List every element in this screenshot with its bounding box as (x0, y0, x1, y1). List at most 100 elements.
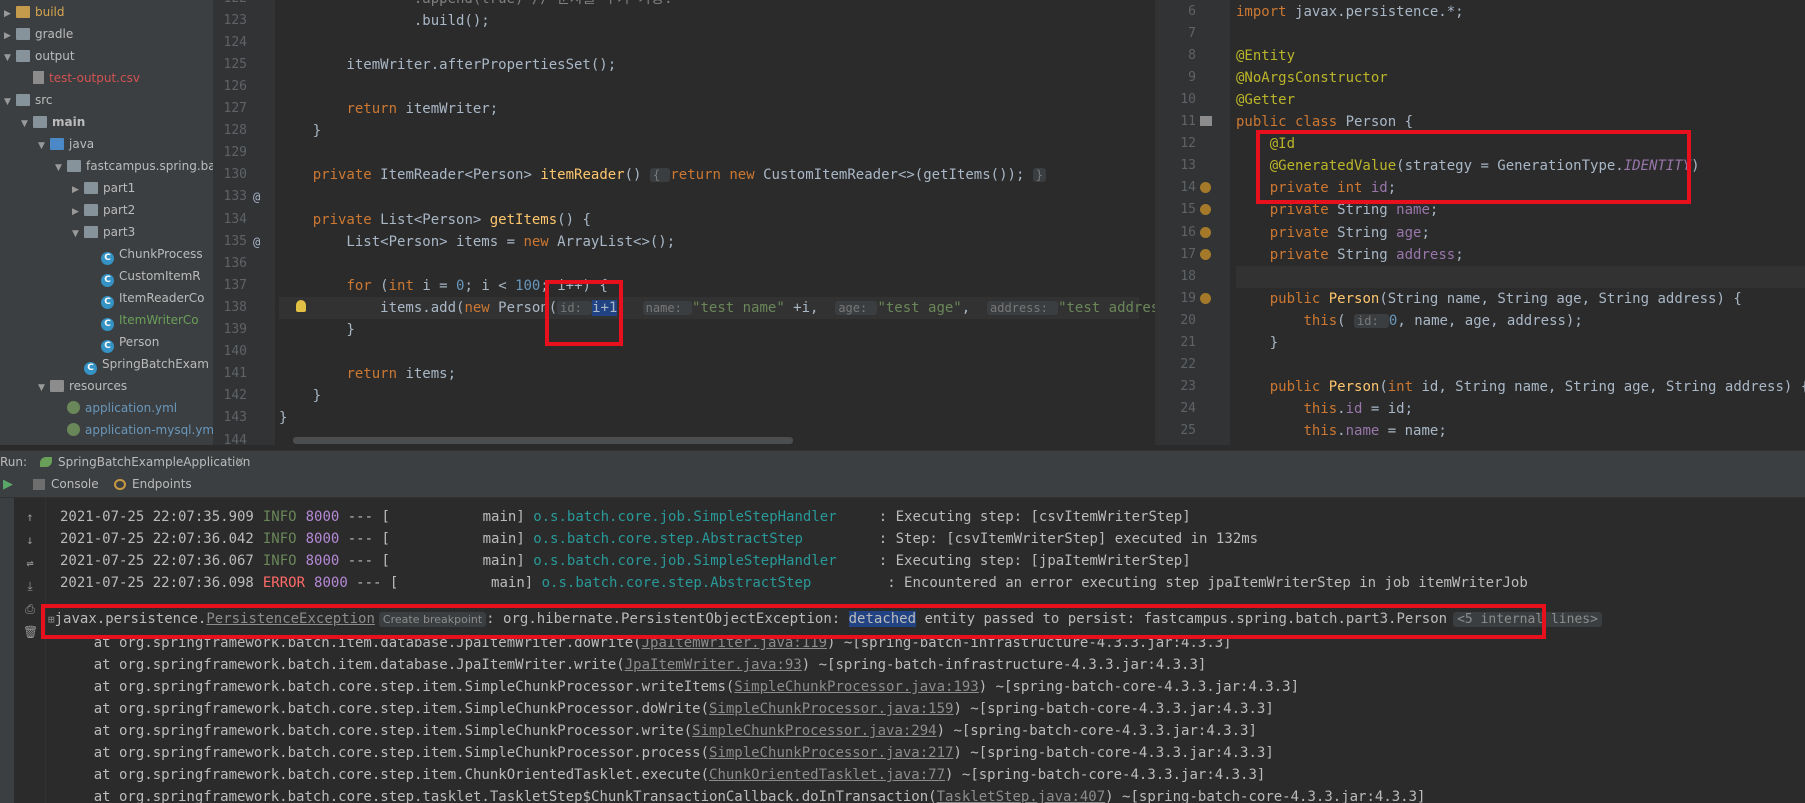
tree-item[interactable]: C Person (89, 332, 159, 353)
trash-icon[interactable]: 🗑 (23, 625, 38, 639)
close-tab-icon[interactable]: × (235, 454, 245, 468)
tab-endpoints[interactable]: Endpoints (132, 477, 192, 491)
tree-item[interactable]: C ItemReaderCo (89, 288, 205, 309)
chevron-icon[interactable]: ▼ (21, 114, 33, 134)
run-config-tab[interactable]: SpringBatchExampleApplication (58, 455, 250, 469)
tree-item-label: build (35, 5, 65, 19)
source-link[interactable]: SimpleChunkProcessor.java:159 (709, 701, 953, 717)
source-link[interactable]: SimpleChunkProcessor.java:294 (692, 723, 936, 739)
code-token: age: (835, 301, 878, 315)
tree-item[interactable]: ▶ gradle (4, 24, 73, 44)
line-number: 140 (223, 344, 247, 359)
source-link[interactable]: TaskletStep.java:407 (937, 789, 1106, 803)
code-line[interactable]: List<Person> items = new ArrayList<>(); (279, 231, 675, 253)
code-token: } (279, 388, 322, 404)
tree-item[interactable]: ▶ build (4, 2, 65, 22)
console-output[interactable]: 2021-07-25 22:07:35.909 INFO 8000 --- [ ma… (46, 498, 1805, 803)
chevron-icon[interactable]: ▶ (72, 202, 84, 222)
stack-text: ) ~[spring-batch-core-4.3.3.jar:4.3.3] (953, 745, 1274, 761)
scroll-down-icon[interactable]: ↓ (23, 533, 37, 547)
code-token: address: (987, 301, 1059, 315)
code-token: (String name, String age, String address… (1379, 291, 1742, 307)
tree-item[interactable]: C SpringBatchExam (72, 354, 209, 375)
code-token: "test age" (877, 300, 962, 316)
code-line[interactable]: @Entity (1236, 45, 1295, 67)
line-number: 124 (223, 35, 247, 50)
tab-console[interactable]: Console (51, 477, 99, 491)
tree-item[interactable]: ▼ part3 (72, 222, 135, 242)
rerun-icon[interactable]: ▶ (3, 477, 13, 492)
tree-item[interactable]: application.yml (55, 398, 177, 418)
tree-item[interactable]: ▼ java (38, 134, 94, 154)
tree-item[interactable]: C ItemWriterCo (89, 310, 199, 331)
code-line[interactable]: .append(true) // 문자를 추가 가능. (279, 0, 673, 10)
code-line[interactable]: this( id: 0, name, age, address); (1236, 310, 1582, 332)
code-line[interactable]: } (279, 385, 321, 407)
class-icon: C (101, 340, 114, 353)
stack-frame: at org.springframework.batch.core.step.i… (60, 676, 1299, 698)
chevron-icon[interactable]: ▼ (72, 224, 84, 244)
source-link[interactable]: SimpleChunkProcessor.java:217 (709, 745, 953, 761)
scroll-to-end-icon[interactable]: ⤓ (23, 579, 37, 593)
code-line[interactable]: private List<Person> getItems() { (279, 209, 591, 231)
chevron-icon[interactable]: ▶ (4, 26, 16, 46)
chevron-icon[interactable]: ▶ (72, 180, 84, 200)
code-line[interactable]: private ItemReader<Person> itemReader() … (279, 164, 1047, 186)
tree-item[interactable]: ▼ output (4, 46, 75, 66)
source-link[interactable]: SimpleChunkProcessor.java:193 (734, 679, 978, 695)
code-line[interactable]: this.name = name; (1236, 420, 1446, 442)
tree-item[interactable]: C ChunkProcess (89, 244, 203, 265)
code-line[interactable]: return items; (279, 363, 456, 385)
code-line[interactable]: this.id = id; (1236, 398, 1413, 420)
tree-item[interactable]: ▼ fastcampus.spring.ba (55, 156, 213, 176)
tree-item[interactable]: ▶ part2 (72, 200, 135, 220)
print-icon[interactable]: ⎙ (23, 602, 37, 616)
code-line[interactable]: } (1236, 332, 1278, 354)
code-line[interactable]: import javax.persistence.*; (1236, 1, 1464, 23)
code-line[interactable]: .build(); (279, 10, 490, 32)
tree-item[interactable]: ▼ resources (38, 376, 127, 396)
code-line[interactable]: items.add(new Person(id: i+1, name: "tes… (279, 297, 1155, 319)
line-number: 134 (223, 212, 247, 227)
chevron-icon[interactable]: ▼ (4, 48, 16, 68)
chevron-icon[interactable]: ▼ (38, 136, 50, 156)
code-line[interactable]: private String age; (1236, 222, 1430, 244)
scroll-up-icon[interactable]: ↑ (23, 510, 37, 524)
code-token: ; (1455, 247, 1464, 263)
horizontal-scrollbar[interactable] (293, 437, 793, 444)
code-line[interactable]: private String address; (1236, 244, 1464, 266)
soft-wrap-icon[interactable]: ⇌ (23, 556, 37, 570)
tree-item[interactable]: person.sql (55, 442, 146, 445)
tree-item[interactable]: test-output.csv (21, 68, 140, 88)
override-icon: @ (253, 235, 261, 249)
code-line[interactable] (1236, 266, 1805, 288)
lightbulb-icon[interactable] (296, 300, 306, 312)
folder-icon (84, 182, 98, 194)
code-token: public class (1236, 114, 1346, 130)
chevron-icon[interactable]: ▶ (4, 4, 16, 24)
leaf-icon (40, 457, 52, 467)
yaml-file-icon (67, 401, 80, 414)
tree-item[interactable]: ▼ main (21, 112, 85, 132)
tree-item[interactable]: ▼ src (4, 90, 53, 110)
code-line[interactable]: return itemWriter; (279, 98, 498, 120)
chevron-icon[interactable]: ▼ (4, 92, 16, 112)
code-line[interactable]: } (279, 120, 321, 142)
code-line[interactable]: public Person(int id, String name, Strin… (1236, 376, 1805, 398)
chevron-icon[interactable]: ▼ (38, 378, 50, 398)
chevron-icon[interactable]: ▼ (55, 158, 67, 178)
tree-item[interactable]: ▶ part1 (72, 178, 135, 198)
code-editor-item-writer[interactable]: 122 .append(true) // 문자를 추가 가능. 123 .buil… (213, 0, 1155, 445)
source-link[interactable]: ChunkOrientedTasklet.java:77 (709, 767, 945, 783)
tree-item[interactable]: application-mysql.ym (55, 420, 213, 440)
code-line[interactable]: @NoArgsConstructor (1236, 67, 1388, 89)
code-line[interactable]: itemWriter.afterPropertiesSet(); (279, 54, 616, 76)
code-editor-person[interactable]: 6 import javax.persistence.*; 7 8 @Entity 9 @N… (1158, 0, 1805, 445)
code-line[interactable]: @Getter (1236, 89, 1295, 111)
code-line[interactable]: } (279, 319, 354, 341)
tree-item[interactable]: C CustomItemR (89, 266, 201, 287)
source-link[interactable]: JpaItemWriter.java:93 (625, 657, 802, 673)
code-line[interactable]: public Person(String name, String age, S… (1236, 288, 1742, 310)
code-line[interactable]: } (279, 407, 287, 429)
